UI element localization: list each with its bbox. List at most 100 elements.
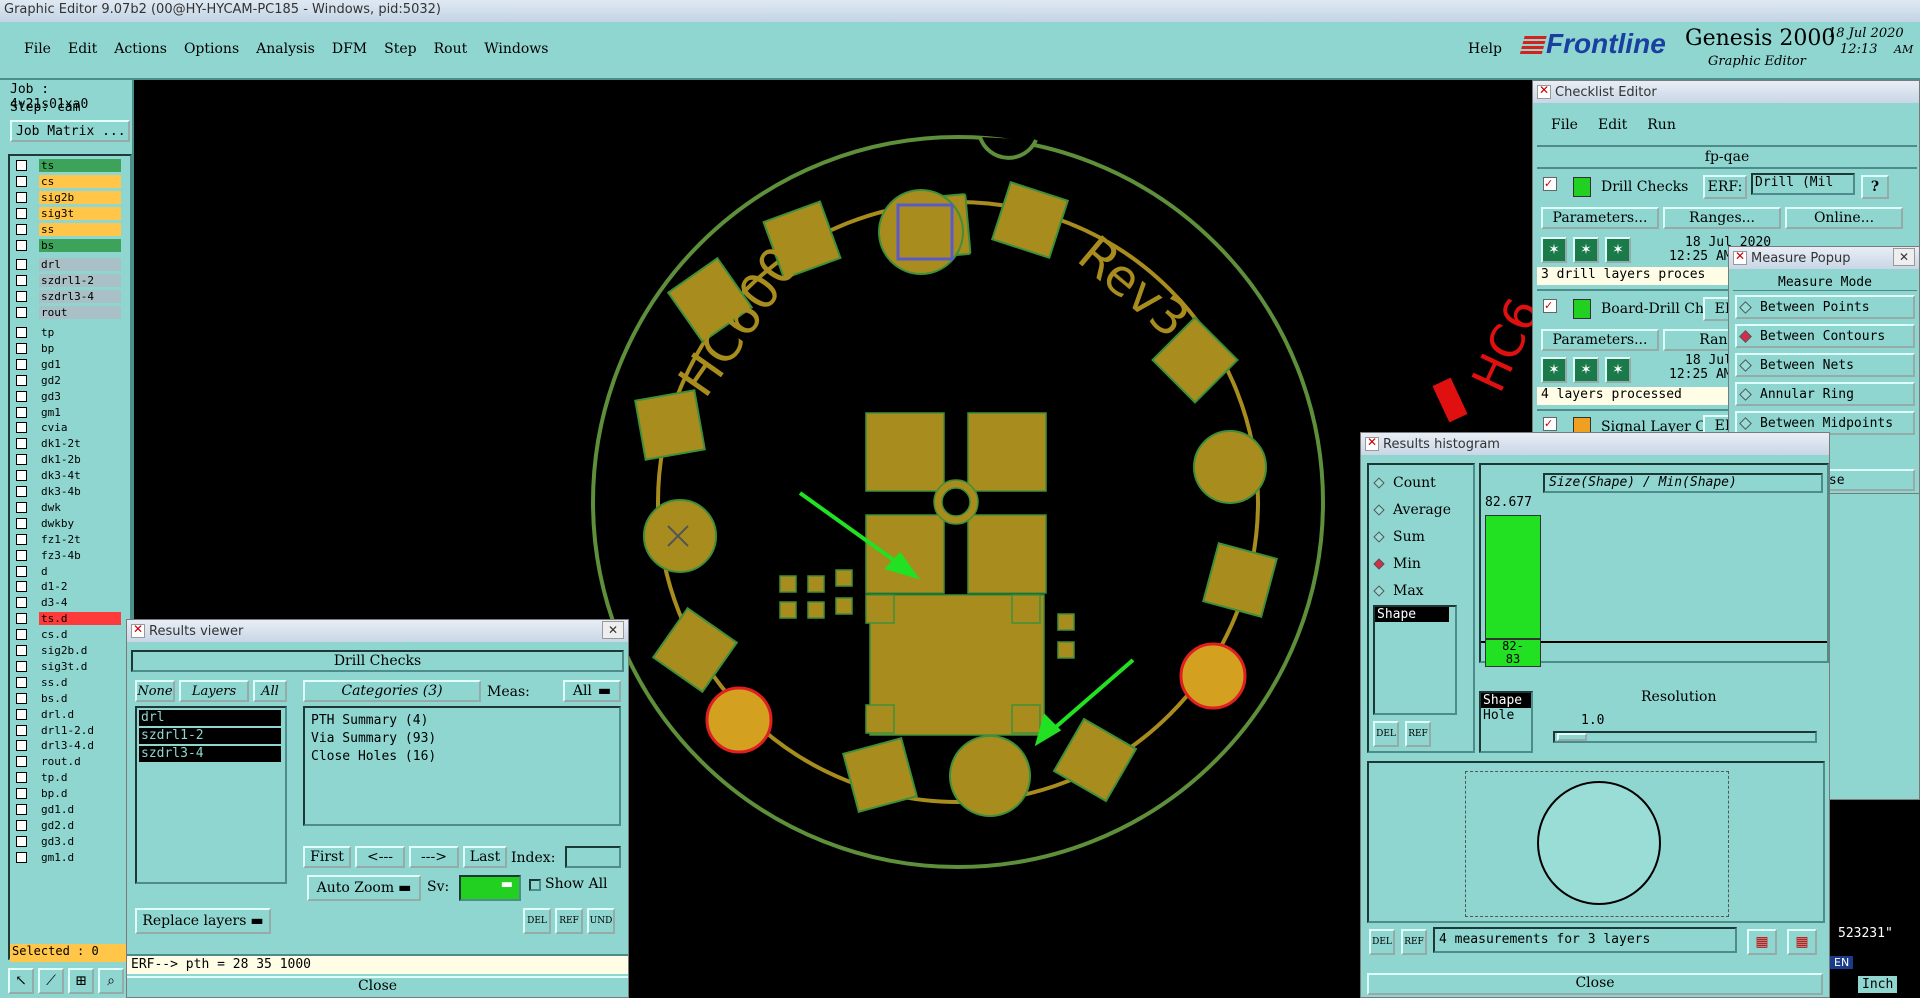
layer-name[interactable]: sig3t [39, 206, 121, 220]
delete-icon[interactable]: DEL [1369, 929, 1395, 955]
layer-name[interactable]: dk1-2b [39, 453, 121, 467]
slider-thumb[interactable] [1557, 733, 1587, 741]
layer-name[interactable]: rout [39, 306, 121, 320]
checklist-menu-file[interactable]: File [1551, 117, 1578, 133]
layer-row[interactable]: ss.d [10, 675, 130, 690]
layer-name[interactable]: bp [39, 341, 121, 355]
layer-row[interactable]: dk1-2t [10, 436, 130, 451]
layer-name[interactable]: bs.d [39, 691, 121, 705]
layer-checkbox[interactable] [16, 390, 27, 402]
measure-option[interactable]: Between Contours [1735, 324, 1915, 348]
menu-help[interactable]: Help [1468, 41, 1502, 57]
layer-checkbox[interactable] [16, 291, 27, 303]
rv-close-button[interactable]: Close [127, 976, 628, 998]
layer-name[interactable]: fz1-2t [39, 532, 121, 546]
layer-name[interactable]: tp [39, 326, 121, 339]
run-icon[interactable]: ✶ [1541, 357, 1567, 383]
layer-row[interactable]: drl3-4.d [10, 738, 130, 753]
layer-name[interactable]: d3-4 [39, 596, 121, 610]
none-button[interactable]: None [135, 680, 175, 702]
close-icon[interactable]: ✕ [602, 621, 624, 639]
layer-checkbox[interactable] [16, 374, 27, 386]
layer-name[interactable]: drl3-4.d [39, 739, 121, 753]
layer-checkbox[interactable] [16, 724, 27, 736]
layer-row[interactable]: gd1 [10, 357, 130, 372]
type-hole[interactable]: Hole [1481, 708, 1531, 723]
histogram-list[interactable]: Shape [1373, 605, 1457, 715]
layer-row[interactable]: gd1.d [10, 802, 130, 817]
layer-checkbox[interactable] [16, 486, 27, 497]
run-all-icon[interactable]: ✶ [1573, 357, 1599, 383]
parameters-button[interactable]: Parameters... [1541, 329, 1659, 351]
menu-rout[interactable]: Rout [434, 41, 468, 57]
layer-row[interactable]: d1-2 [10, 579, 130, 594]
layer-checkbox[interactable] [16, 327, 27, 338]
auto-zoom-dropdown[interactable]: Auto Zoom ▬ [307, 875, 421, 901]
layer-name[interactable]: bs [39, 238, 121, 252]
layer-row[interactable]: sig2b [10, 190, 130, 205]
run-icon[interactable]: ✶ [1541, 237, 1567, 263]
zoom-tool-icon[interactable]: ⌕ [98, 968, 124, 994]
refresh-icon[interactable]: REF [1401, 929, 1427, 955]
layer-name[interactable]: ss.d [39, 675, 121, 689]
menu-step[interactable]: Step [384, 41, 416, 57]
layer-row[interactable]: szdrl3-4 [10, 289, 130, 304]
menu-file[interactable]: File [24, 41, 51, 57]
delete-icon[interactable]: DEL [523, 908, 551, 934]
layer-checkbox[interactable] [16, 629, 27, 641]
layer-row[interactable]: fz3-4b [10, 548, 130, 563]
menu-actions[interactable]: Actions [114, 41, 167, 57]
stats-icon[interactable]: ▦ [1747, 929, 1777, 955]
layer-checkbox[interactable] [16, 422, 27, 434]
histogram-mode-option[interactable]: Max [1373, 583, 1424, 599]
layer-name[interactable]: gm1.d [39, 850, 121, 864]
first-button[interactable]: First [303, 846, 351, 868]
layer-row[interactable]: gm1 [10, 405, 130, 420]
layer-name[interactable]: fz3-4b [39, 548, 121, 562]
layer-row[interactable]: cs.d [10, 627, 130, 642]
layer-checkbox[interactable] [16, 191, 27, 203]
help-icon[interactable]: ? [1861, 175, 1889, 199]
layer-checkbox[interactable] [16, 207, 27, 219]
measure-option[interactable]: Between Points [1735, 295, 1915, 319]
layer-row[interactable]: gm1.d [10, 850, 130, 865]
rv-layer-item[interactable]: szdrl1-2 [139, 728, 281, 744]
meas-dropdown[interactable]: All ▬ [563, 680, 621, 702]
layer-row[interactable]: sig3t.d [10, 659, 130, 674]
run-stop-icon[interactable]: ✶ [1605, 237, 1631, 263]
layer-name[interactable]: tp.d [39, 771, 121, 785]
check-enabled-icon[interactable]: ✓ [1543, 299, 1557, 313]
layer-checkbox[interactable] [16, 175, 27, 187]
layer-checkbox[interactable] [16, 275, 27, 287]
layer-checkbox[interactable] [16, 406, 27, 418]
layer-name[interactable]: ss [39, 222, 121, 236]
layer-checkbox[interactable] [16, 645, 27, 656]
last-button[interactable]: Last [463, 846, 507, 868]
ranges-button[interactable]: Ranges... [1663, 207, 1781, 229]
histogram-close-button[interactable]: Close [1367, 973, 1823, 995]
layer-checkbox[interactable] [16, 692, 27, 704]
layer-name[interactable]: sig3t.d [39, 659, 121, 673]
layer-row[interactable]: gd2.d [10, 818, 130, 833]
histogram-mode-option[interactable]: Min [1373, 556, 1421, 572]
layer-name[interactable]: bp.d [39, 787, 121, 801]
layer-row[interactable]: sig2b.d [10, 643, 130, 658]
layer-row[interactable]: drl1-2.d [10, 723, 130, 738]
layer-checkbox[interactable] [16, 565, 27, 577]
measure-option[interactable]: Between Nets [1735, 353, 1915, 377]
parameters-button[interactable]: Parameters... [1541, 207, 1659, 229]
layer-name[interactable]: d [39, 564, 121, 578]
layer-row[interactable]: bp [10, 341, 130, 356]
layer-name[interactable]: dk3-4t [39, 469, 121, 483]
layer-name[interactable]: szdrl3-4 [39, 290, 121, 304]
replace-layers-dropdown[interactable]: Replace layers ▬ [135, 908, 271, 934]
layer-row[interactable]: dk1-2b [10, 452, 130, 467]
layer-name[interactable]: cvia [39, 421, 121, 435]
layer-row[interactable]: gd2 [10, 373, 130, 388]
layer-name[interactable]: rout.d [39, 755, 121, 769]
layer-name[interactable]: cs.d [39, 628, 121, 642]
erf-button[interactable]: ERF: [1703, 175, 1747, 199]
layer-row[interactable]: d [10, 564, 130, 579]
layer-checkbox[interactable] [16, 772, 27, 784]
layer-checkbox[interactable] [16, 756, 27, 768]
